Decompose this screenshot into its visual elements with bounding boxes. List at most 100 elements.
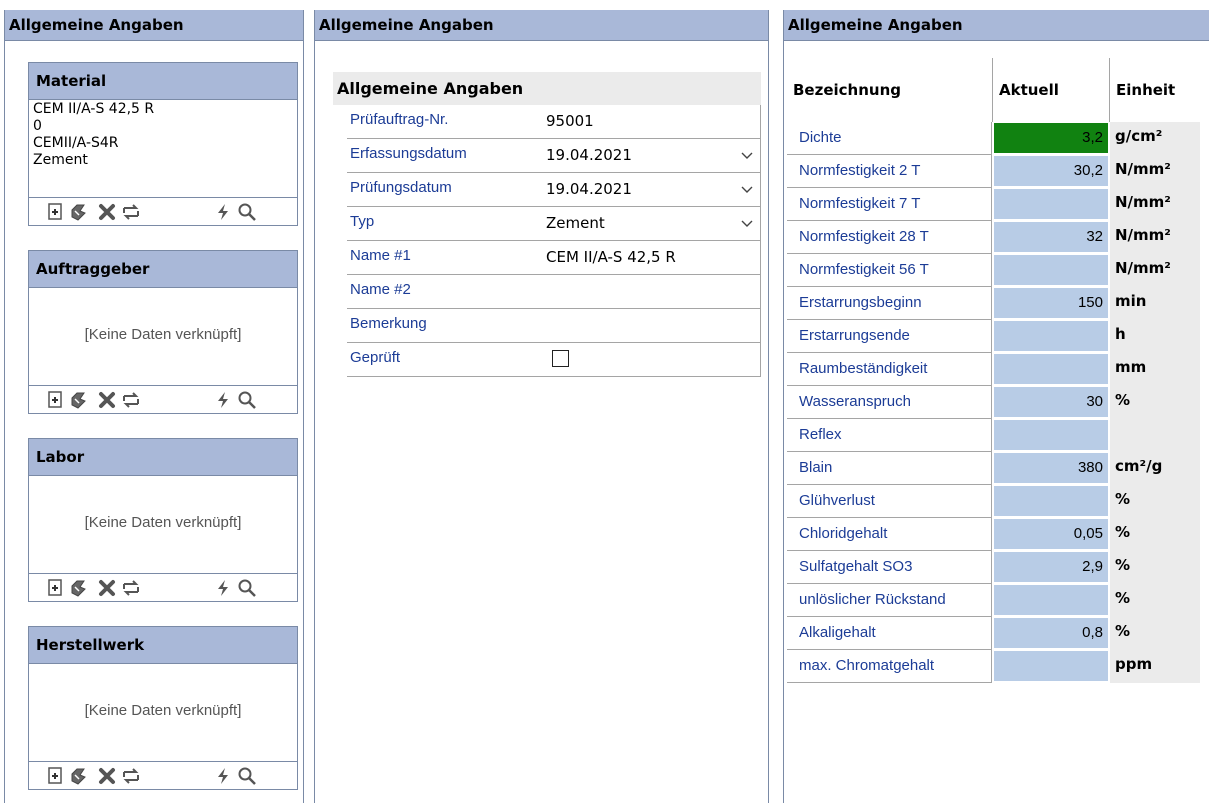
link-icon[interactable] [69,202,89,222]
link-icon[interactable] [69,766,89,786]
cell-aktuell[interactable]: 0,05 [994,519,1108,549]
delete-icon[interactable] [97,390,117,410]
cell-bezeichnung-text: Chloridgehalt [799,525,888,542]
form-row[interactable]: Prüfungsdatum 19.04.2021 [347,173,761,207]
lightning-icon[interactable] [213,202,233,222]
link-icon[interactable] [69,578,89,598]
cell-einheit-text: % [1115,490,1131,508]
gepruft-checkbox[interactable] [552,350,569,367]
material-number: 0 [33,118,42,134]
form-row[interactable]: Name #1 CEM II/A-S 42,5 R [347,241,761,275]
lightning-icon[interactable] [213,578,233,598]
herstellwerk-toolbar [29,761,297,789]
add-icon[interactable] [45,202,65,222]
form-row[interactable]: Erfassungsdatum 19.04.2021 [347,139,761,173]
form-value[interactable]: 19.04.2021 [546,180,632,198]
form-value[interactable]: 19.04.2021 [546,146,632,164]
cell-aktuell[interactable] [994,585,1108,615]
delete-icon[interactable] [97,578,117,598]
header-aktuell[interactable]: Aktuell [993,58,1109,122]
add-icon[interactable] [45,578,65,598]
auftraggeber-toolbar [29,385,297,413]
cell-aktuell[interactable] [994,420,1108,450]
cell-bezeichnung: unlöslicher Rückstand [787,584,992,617]
cell-aktuell[interactable] [994,255,1108,285]
swap-icon[interactable] [121,390,141,410]
cell-einheit-text: cm²/g [1115,457,1163,475]
cell-einheit-text: N/mm² [1115,160,1171,178]
swap-icon[interactable] [121,202,141,222]
cell-aktuell[interactable] [994,486,1108,516]
auftraggeber-body[interactable]: [Keine Daten verknüpft] [29,288,297,385]
chevron-down-icon[interactable] [740,216,754,230]
middle-panel: Allgemeine Angaben Allgemeine Angaben Pr… [314,10,769,803]
cell-bezeichnung: Normfestigkeit 7 T [787,188,992,221]
cell-einheit-text: % [1115,556,1131,574]
cell-einheit: ppm [1110,650,1200,683]
cell-bezeichnung-text: Dichte [799,129,842,146]
form-label: Name #2 [350,281,411,298]
cell-einheit-text: N/mm² [1115,259,1171,277]
cell-einheit-text: g/cm² [1115,127,1163,145]
header-bezeichnung[interactable]: Bezeichnung [787,58,992,122]
search-icon[interactable] [237,766,257,786]
cell-einheit-text: ppm [1115,655,1153,673]
form-value[interactable]: CEM II/A-S 42,5 R [546,248,676,266]
search-icon[interactable] [237,390,257,410]
lightning-icon[interactable] [213,766,233,786]
form-label: Prüfauftrag-Nr. [350,111,449,128]
cell-aktuell[interactable]: 30,2 [994,156,1108,186]
cell-aktuell[interactable]: 150 [994,288,1108,318]
swap-icon[interactable] [121,578,141,598]
form-label: Name #1 [350,247,411,264]
cell-bezeichnung-text: max. Chromatgehalt [799,657,935,674]
lightning-icon[interactable] [213,390,233,410]
form-row[interactable]: Prüfauftrag-Nr. 95001 [347,105,761,139]
delete-icon[interactable] [97,766,117,786]
chevron-down-icon[interactable] [740,182,754,196]
header-einheit[interactable]: Einheit [1110,58,1200,122]
material-toolbar [29,197,297,225]
cell-einheit-text: min [1115,292,1147,310]
cell-aktuell-text: 0,05 [1073,525,1103,542]
right-panel-title: Allgemeine Angaben [784,10,1209,41]
material-code: CEMII/A-S4R [33,135,119,151]
cell-bezeichnung: Erstarrungsbeginn [787,287,992,320]
cell-einheit-text: % [1115,622,1131,640]
cell-einheit: N/mm² [1110,221,1200,254]
cell-aktuell[interactable] [994,189,1108,219]
form-value[interactable]: 95001 [546,112,594,130]
cell-bezeichnung: Normfestigkeit 2 T [787,155,992,188]
left-panel: Allgemeine Angaben Material CEM II/A-S 4… [4,10,304,803]
cell-aktuell[interactable]: 3,2 [994,123,1108,153]
form-row[interactable]: Geprüft [347,343,761,377]
cell-aktuell[interactable]: 380 [994,453,1108,483]
form-row[interactable]: Name #2 [347,275,761,309]
cell-einheit-text: mm [1115,358,1147,376]
add-icon[interactable] [45,390,65,410]
cell-aktuell-text: 2,9 [1082,558,1103,575]
cell-aktuell[interactable]: 2,9 [994,552,1108,582]
form-row[interactable]: Bemerkung [347,309,761,343]
labor-body[interactable]: [Keine Daten verknüpft] [29,476,297,573]
search-icon[interactable] [237,202,257,222]
form-value[interactable]: Zement [546,214,605,232]
cell-aktuell[interactable]: 30 [994,387,1108,417]
link-icon[interactable] [69,390,89,410]
swap-icon[interactable] [121,766,141,786]
material-details[interactable]: CEM II/A-S 42,5 R 0 CEMII/A-S4R Zement [29,100,297,197]
search-icon[interactable] [237,578,257,598]
form-label: Erfassungsdatum [350,145,467,162]
form-row[interactable]: Typ Zement [347,207,761,241]
chevron-down-icon[interactable] [740,148,754,162]
cell-aktuell[interactable] [994,354,1108,384]
delete-icon[interactable] [97,202,117,222]
cell-einheit: % [1110,485,1200,518]
herstellwerk-body[interactable]: [Keine Daten verknüpft] [29,664,297,761]
cell-aktuell[interactable] [994,321,1108,351]
cell-bezeichnung-text: Blain [799,459,833,476]
add-icon[interactable] [45,766,65,786]
cell-aktuell[interactable] [994,651,1108,681]
cell-aktuell[interactable]: 32 [994,222,1108,252]
cell-aktuell[interactable]: 0,8 [994,618,1108,648]
